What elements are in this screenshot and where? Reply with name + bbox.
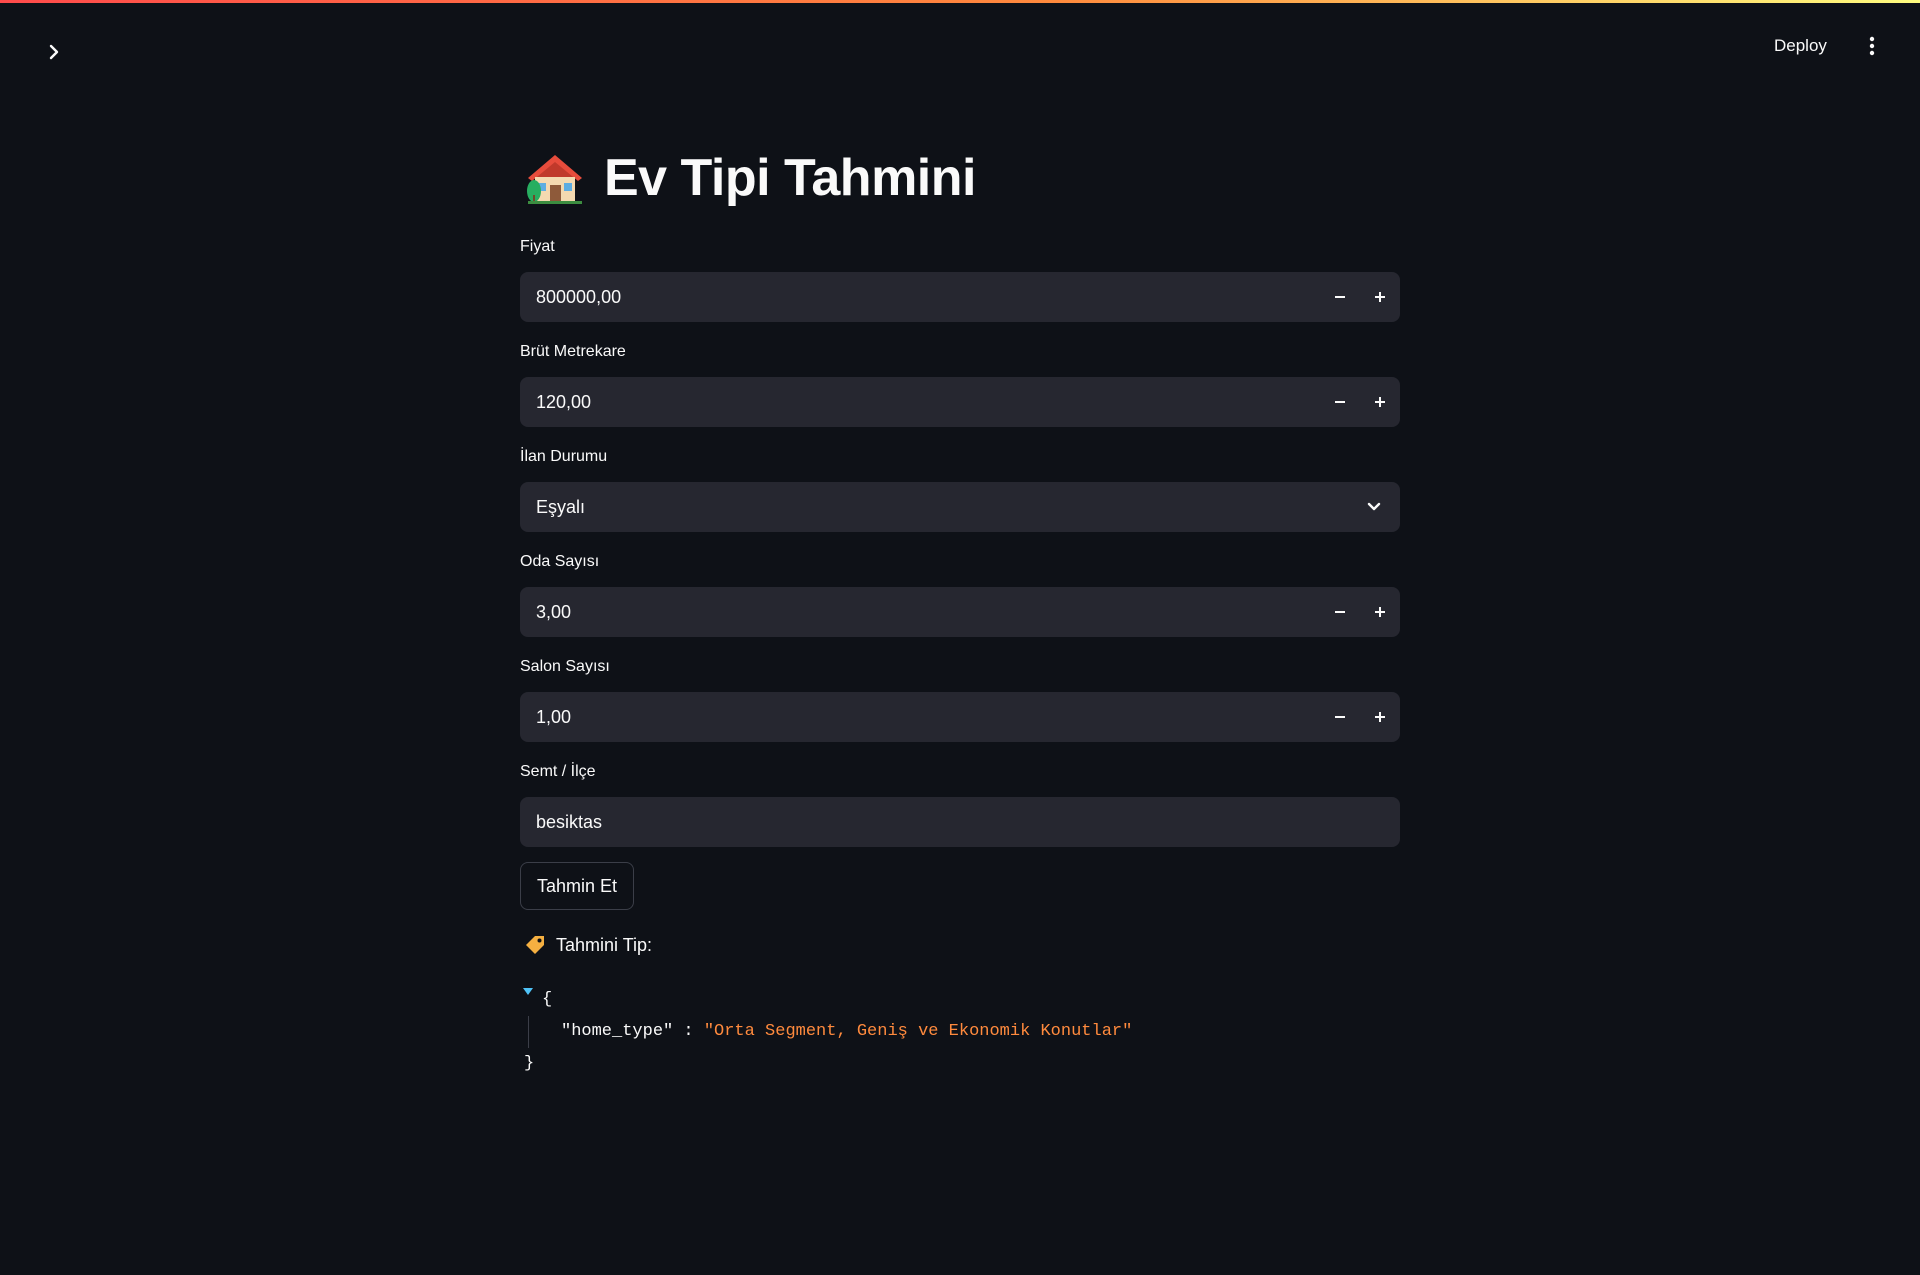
kebab-menu-icon bbox=[1869, 36, 1875, 56]
json-separator: : bbox=[683, 1022, 694, 1041]
top-decoration-bar bbox=[0, 0, 1920, 3]
listing-status-selected-value: Eşyalı bbox=[536, 496, 586, 517]
json-close-brace: } bbox=[524, 1054, 535, 1073]
result-label: Tahmini Tip: bbox=[524, 934, 652, 956]
rooms-label: Oda Sayısı bbox=[520, 553, 600, 570]
gross-sqm-number-input bbox=[520, 377, 1400, 427]
district-text-input bbox=[520, 797, 1400, 847]
chevron-right-icon bbox=[49, 44, 59, 60]
gross-sqm-decrement-button[interactable] bbox=[1320, 377, 1360, 427]
halls-label: Salon Sayısı bbox=[520, 658, 610, 675]
price-decrement-button[interactable] bbox=[1320, 272, 1360, 322]
plus-icon bbox=[1375, 397, 1385, 407]
district-label: Semt / İlçe bbox=[520, 763, 596, 780]
rooms-number-input bbox=[520, 587, 1400, 637]
halls-input[interactable] bbox=[520, 692, 1278, 742]
json-key: "home_type" bbox=[561, 1022, 674, 1041]
gross-sqm-label: Brüt Metrekare bbox=[520, 343, 626, 360]
plus-icon bbox=[1375, 712, 1385, 722]
rooms-input[interactable] bbox=[520, 587, 1278, 637]
halls-field: Salon Sayısı bbox=[520, 656, 1400, 742]
result-json-viewer: { "home_type" : "Orta Segment, Geniş ve … bbox=[520, 984, 1400, 1080]
gross-sqm-input[interactable] bbox=[520, 377, 1278, 427]
house-icon bbox=[527, 155, 582, 204]
gross-sqm-increment-button[interactable] bbox=[1360, 377, 1400, 427]
minus-icon bbox=[1335, 716, 1345, 718]
page-title: Ev Tipi Tahmini bbox=[526, 148, 976, 208]
price-label: Fiyat bbox=[520, 238, 555, 255]
listing-status-field: İlan Durumu Eşyalı bbox=[520, 446, 1400, 532]
collapse-caret-icon[interactable] bbox=[522, 987, 534, 997]
halls-number-input bbox=[520, 692, 1400, 742]
minus-icon bbox=[1335, 296, 1345, 298]
plus-icon bbox=[1375, 292, 1385, 302]
page-title-text: Ev Tipi Tahmini bbox=[604, 149, 976, 207]
minus-icon bbox=[1335, 401, 1345, 403]
rooms-field: Oda Sayısı bbox=[520, 551, 1400, 637]
price-increment-button[interactable] bbox=[1360, 272, 1400, 322]
district-field: Semt / İlçe bbox=[520, 761, 1400, 847]
rooms-increment-button[interactable] bbox=[1360, 587, 1400, 637]
price-field: Fiyat bbox=[520, 236, 1400, 322]
main-menu-button[interactable] bbox=[1860, 30, 1884, 62]
price-number-input bbox=[520, 272, 1400, 322]
listing-status-select[interactable]: Eşyalı bbox=[520, 482, 1400, 532]
result-label-text: Tahmini Tip: bbox=[556, 934, 653, 955]
gross-sqm-field: Brüt Metrekare bbox=[520, 341, 1400, 427]
json-entry: "home_type" : "Orta Segment, Geniş ve Ek… bbox=[528, 1016, 1400, 1048]
predict-button[interactable]: Tahmin Et bbox=[520, 862, 634, 910]
halls-decrement-button[interactable] bbox=[1320, 692, 1360, 742]
chevron-down-icon bbox=[1367, 502, 1381, 511]
price-input[interactable] bbox=[520, 272, 1278, 322]
halls-increment-button[interactable] bbox=[1360, 692, 1400, 742]
district-input[interactable] bbox=[520, 797, 1278, 847]
sidebar-expand-button[interactable] bbox=[38, 36, 70, 68]
minus-icon bbox=[1335, 611, 1345, 613]
plus-icon bbox=[1375, 607, 1385, 617]
deploy-button[interactable]: Deploy bbox=[1774, 30, 1827, 62]
listing-status-label: İlan Durumu bbox=[520, 448, 608, 465]
tag-icon bbox=[526, 936, 544, 954]
json-value: "Orta Segment, Geniş ve Ekonomik Konutla… bbox=[703, 1022, 1133, 1041]
rooms-decrement-button[interactable] bbox=[1320, 587, 1360, 637]
